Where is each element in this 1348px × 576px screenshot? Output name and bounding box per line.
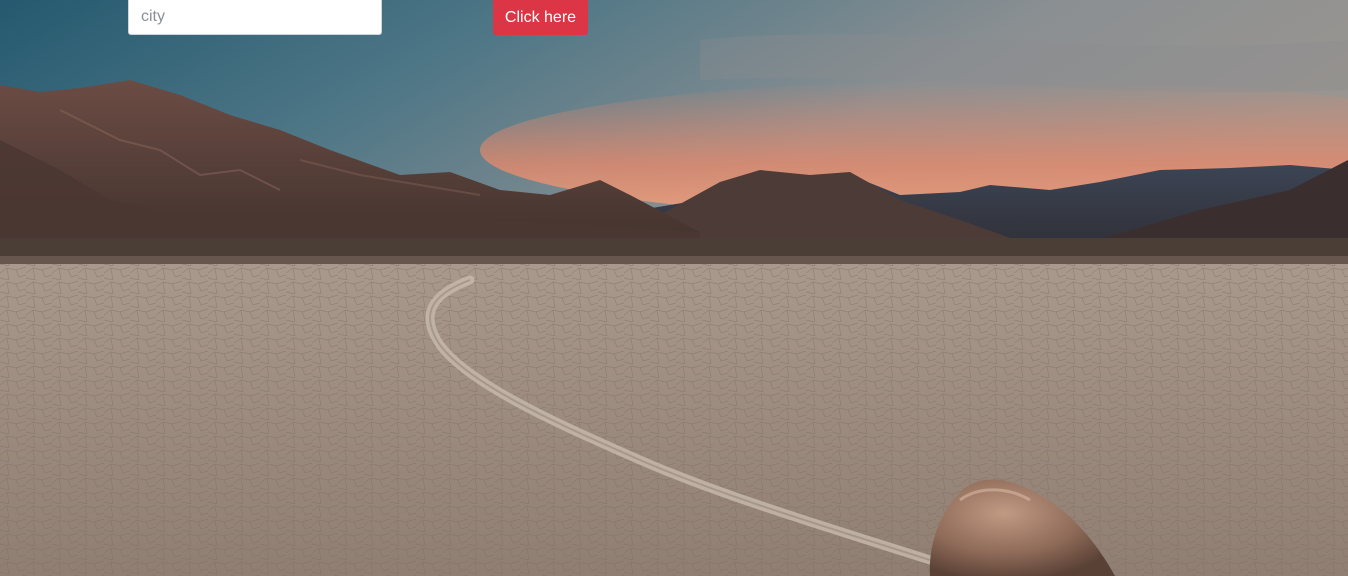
click-here-button[interactable]: Click here [493, 0, 588, 35]
page: Click here [0, 0, 1348, 576]
city-search-input[interactable] [128, 0, 382, 35]
desert-landscape-image [0, 0, 1348, 576]
